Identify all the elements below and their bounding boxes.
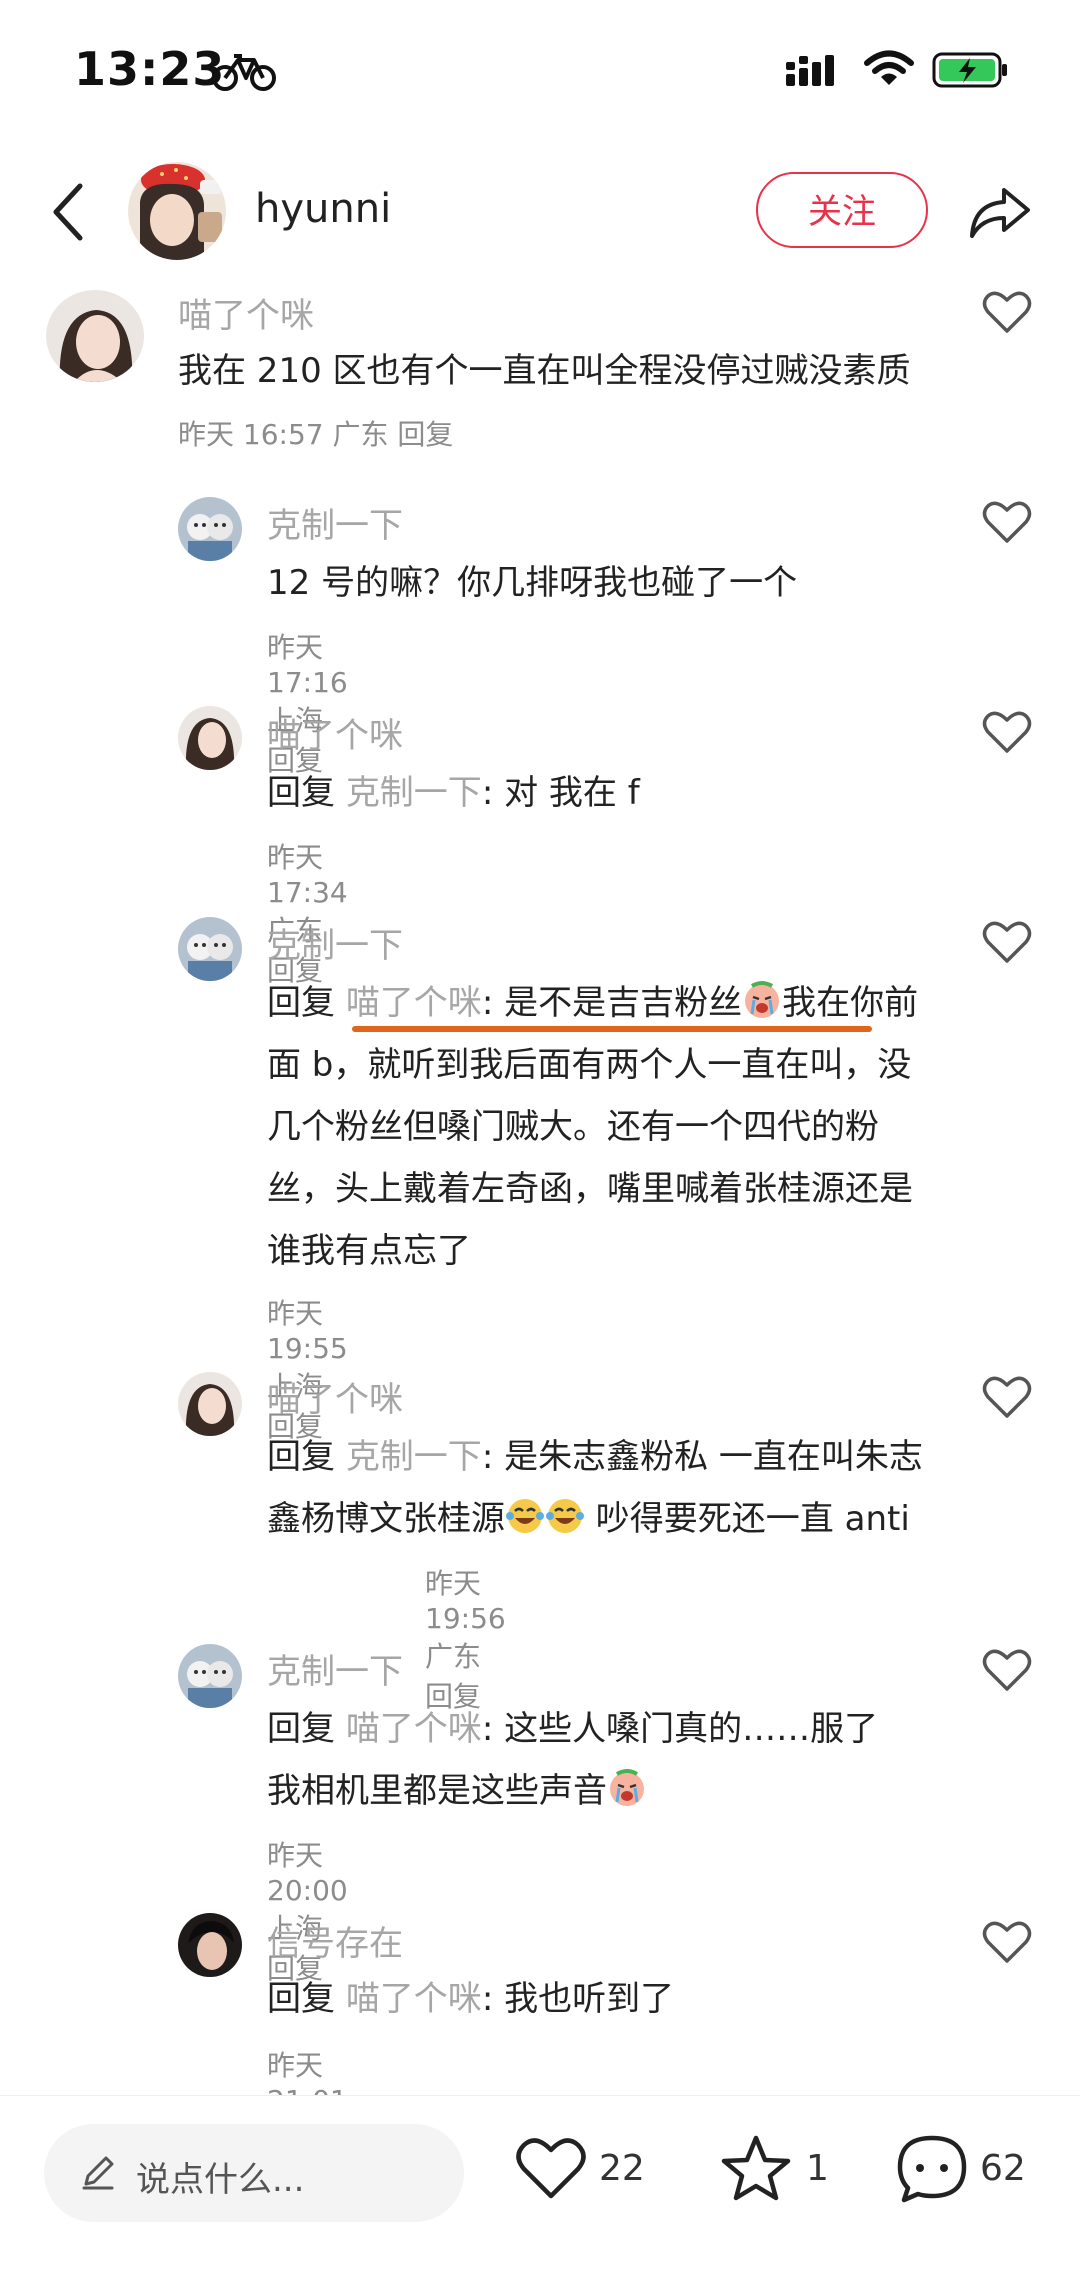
star-icon — [721, 2135, 791, 2201]
commenter-name[interactable]: 喵了个咪 — [267, 708, 403, 757]
bottom-action-bar: 说点什么... 22 1 62 — [0, 2095, 1080, 2284]
like-heart-icon[interactable] — [982, 500, 1032, 544]
commenter-name[interactable]: 喵了个咪 — [178, 288, 314, 337]
like-heart-icon[interactable] — [982, 1648, 1032, 1692]
comment-input-placeholder: 说点什么... — [136, 2160, 305, 2200]
commenter-name[interactable]: 克制一下 — [267, 918, 403, 967]
commenter-name[interactable]: 信号存在 — [267, 1916, 403, 1965]
reply-to-user[interactable]: 喵了个咪 — [346, 1709, 482, 1749]
battery-charging-icon — [932, 52, 1007, 88]
comment-body: 回复 喵了个咪: 这些人嗓门真的……服了我相机里都是这些声音 — [267, 1698, 907, 1822]
reply-to-user[interactable]: 克制一下 — [346, 773, 482, 813]
commenter-avatar[interactable] — [178, 1644, 242, 1708]
commenter-avatar[interactable] — [178, 1913, 242, 1977]
reply-to-user[interactable]: 克制一下 — [346, 1437, 482, 1477]
commenter-avatar[interactable] — [178, 706, 242, 770]
comment-body: 我在 210 区也有个一直在叫全程没停过贼没素质 昨天 16:57 广东 回复 — [178, 340, 923, 466]
comment-text: 12 号的嘛？你几排呀我也碰了一个 — [267, 563, 798, 603]
comment-meta[interactable]: 昨天 19:56 广东 回复 — [425, 1562, 506, 1715]
comment-body: 回复 克制一下: 对 我在 f — [267, 762, 927, 824]
comment-body: 回复 喵了个咪: 是不是吉吉粉丝 我在你前面 b，就听到我后面有两个人一直在叫，没… — [267, 972, 937, 1282]
crying-face-emoji-icon — [745, 981, 780, 1018]
comment-meta[interactable]: 昨天 16:57 广东 回复 — [178, 418, 453, 451]
author-avatar[interactable] — [128, 162, 226, 260]
status-time: 13:23 — [74, 42, 226, 96]
comment-text: 我在 210 区也有个一直在叫全程没停过贼没素质 — [178, 351, 911, 391]
reply-prefix: 回复 — [267, 1437, 346, 1477]
chat-bubble-icon — [897, 2135, 967, 2203]
commenter-avatar[interactable] — [178, 1372, 242, 1436]
like-heart-icon[interactable] — [982, 1375, 1032, 1419]
hand-drawn-underline — [352, 1026, 872, 1032]
reply-to-user[interactable]: 喵了个咪 — [346, 1979, 482, 2019]
like-heart-icon[interactable] — [982, 710, 1032, 754]
reply-prefix: 回复 — [267, 773, 346, 813]
comment-text: : 我也听到了 — [481, 1979, 675, 2019]
commenter-name[interactable]: 喵了个咪 — [267, 1372, 403, 1421]
laughing-tears-emoji-icon — [546, 1499, 584, 1533]
like-button[interactable]: 22 — [515, 2136, 655, 2206]
follow-button[interactable]: 关注 — [756, 172, 928, 248]
reply-prefix: 回复 — [267, 1709, 346, 1749]
share-icon[interactable] — [968, 184, 1032, 240]
post-header: hyunni 关注 — [0, 150, 1080, 280]
crying-face-emoji-icon — [610, 1769, 644, 1806]
commenter-name[interactable]: 克制一下 — [267, 498, 403, 547]
commenter-avatar[interactable] — [178, 917, 242, 981]
like-heart-icon[interactable] — [982, 920, 1032, 964]
favorite-count: 1 — [806, 2148, 829, 2189]
comment-text-continued: 吵得要死还一直 anti — [585, 1499, 910, 1539]
status-bar: 13:23 — [0, 0, 1080, 150]
commenter-name[interactable]: 克制一下 — [267, 1644, 403, 1693]
like-heart-icon[interactable] — [982, 290, 1032, 334]
author-username[interactable]: hyunni — [255, 186, 391, 232]
commenter-avatar[interactable] — [178, 497, 242, 561]
comment-count: 62 — [980, 2148, 1026, 2189]
signal-icon — [786, 55, 834, 86]
reply-prefix: 回复 — [267, 983, 346, 1023]
comment-body: 回复 克制一下: 是朱志鑫粉私 一直在叫朱志鑫杨博文张桂源 吵得要死还一直 an… — [267, 1426, 937, 1550]
reply-to-user[interactable]: 喵了个咪 — [346, 983, 482, 1023]
comment-text: : 是不是吉吉粉丝 — [481, 983, 743, 1023]
reply-prefix: 回复 — [267, 1979, 346, 2019]
back-arrow-icon[interactable] — [48, 180, 88, 244]
pencil-icon — [82, 2156, 114, 2190]
wifi-icon — [864, 50, 914, 85]
like-count: 22 — [599, 2148, 645, 2189]
comment-input[interactable]: 说点什么... — [44, 2124, 464, 2222]
favorite-button[interactable]: 1 — [720, 2135, 840, 2206]
bicycle-icon — [212, 54, 276, 91]
comment-button[interactable]: 62 — [896, 2135, 1046, 2206]
comment-meta[interactable]: 昨天 19:55 上海 回复 — [267, 1292, 348, 1445]
comment-text: : 对 我在 f — [481, 773, 640, 813]
heart-icon — [516, 2138, 586, 2199]
comment-body: 回复 喵了个咪: 我也听到了 — [267, 1968, 927, 2030]
commenter-avatar[interactable] — [46, 290, 144, 382]
laughing-tears-emoji-icon — [506, 1499, 544, 1533]
like-heart-icon[interactable] — [982, 1920, 1032, 1964]
